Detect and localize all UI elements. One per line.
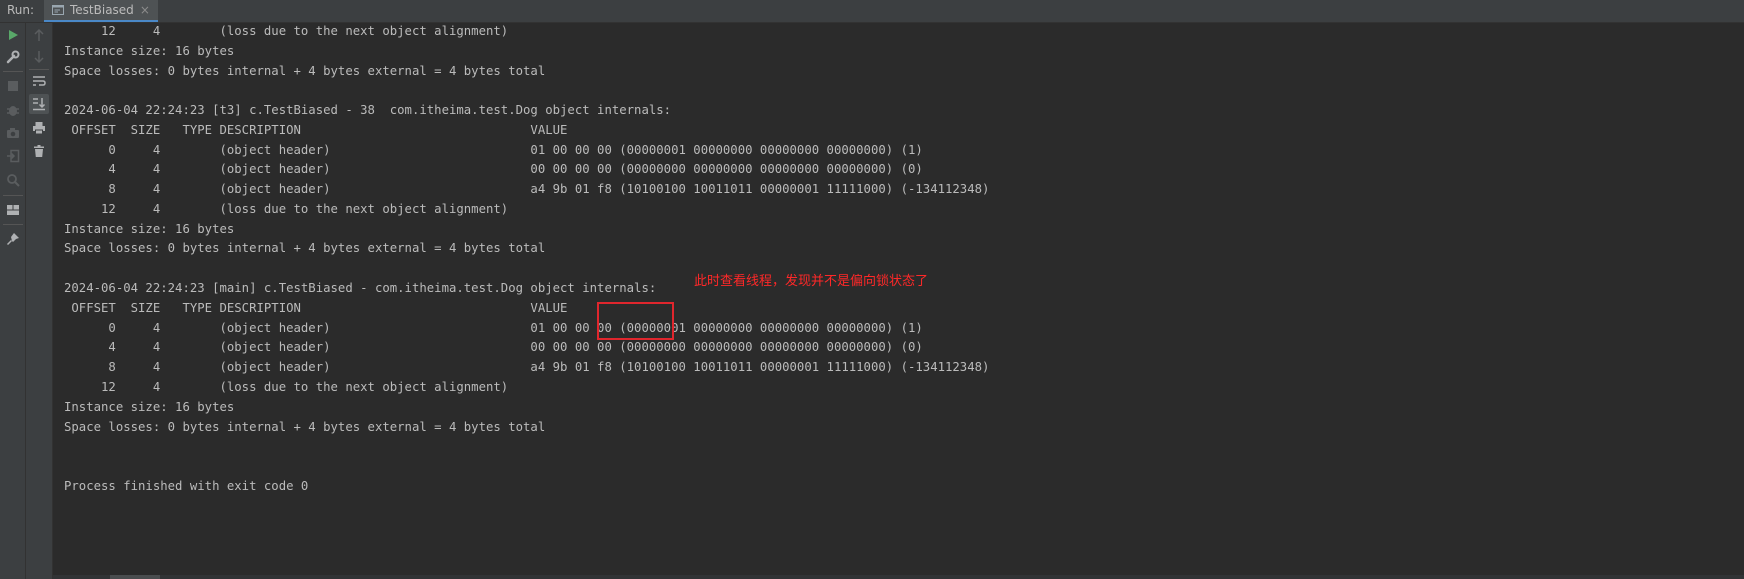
console-line: Instance size: 16 bytes <box>64 400 235 414</box>
console-icon <box>52 5 64 15</box>
console-line: Space losses: 0 bytes internal + 4 bytes… <box>64 64 546 78</box>
console-line: Instance size: 16 bytes <box>64 44 235 58</box>
scrollbar-thumb[interactable] <box>110 575 160 579</box>
console-line: Process finished with exit code 0 <box>64 479 309 493</box>
search-icon[interactable] <box>3 170 23 190</box>
console-line: OFFSET SIZE TYPE DESCRIPTION VALUE <box>64 123 568 137</box>
wrench-icon[interactable] <box>3 47 23 67</box>
camera-icon[interactable] <box>3 123 23 143</box>
console-line: 4 4 (object header) 00 00 00 00 (0000000… <box>64 162 923 176</box>
run-toolbar: Run: TestBiased × <box>0 0 1744 23</box>
console-line: 8 4 (object header) a4 9b 01 f8 (1010010… <box>64 360 990 374</box>
console-line: OFFSET SIZE TYPE DESCRIPTION VALUE <box>64 301 568 315</box>
highlight-box <box>597 302 674 340</box>
tab-label: TestBiased <box>70 3 134 17</box>
console-line: 12 4 (loss due to the next object alignm… <box>64 380 509 394</box>
up-arrow-icon[interactable] <box>29 25 49 45</box>
console-line: 2024-06-04 22:24:23 [t3] c.TestBiased - … <box>64 103 672 117</box>
debug-icon[interactable] <box>3 100 23 120</box>
print-icon[interactable] <box>29 118 49 138</box>
stop-icon[interactable] <box>3 76 23 96</box>
horizontal-scrollbar[interactable] <box>53 575 1744 579</box>
console-line: Space losses: 0 bytes internal + 4 bytes… <box>64 420 546 434</box>
run-label: Run: <box>7 3 35 17</box>
console-output[interactable]: 12 4 (loss due to the next object alignm… <box>53 23 1744 575</box>
soft-wrap-icon[interactable] <box>29 71 49 91</box>
console-line: Instance size: 16 bytes <box>64 222 235 236</box>
console-line: 0 4 (object header) 01 00 00 00 (0000000… <box>64 321 923 335</box>
close-icon[interactable]: × <box>140 3 150 17</box>
console-line: 2024-06-04 22:24:23 [main] c.TestBiased … <box>64 281 657 295</box>
scroll-to-end-icon[interactable] <box>29 94 49 114</box>
console-line: 4 4 (object header) 00 00 00 00 (0000000… <box>64 340 923 354</box>
console-line: 12 4 (loss due to the next object alignm… <box>64 24 509 38</box>
down-arrow-icon[interactable] <box>29 47 49 67</box>
pin-icon[interactable] <box>3 229 23 249</box>
console-line: Space losses: 0 bytes internal + 4 bytes… <box>64 241 546 255</box>
rerun-icon[interactable] <box>3 25 23 45</box>
console-line: 0 4 (object header) 01 00 00 00 (0000000… <box>64 143 923 157</box>
console-line: 12 4 (loss due to the next object alignm… <box>64 202 509 216</box>
run-actions-toolbar <box>0 23 26 579</box>
console-actions-toolbar <box>26 23 53 579</box>
trash-icon[interactable] <box>29 141 49 161</box>
login-icon[interactable] <box>3 146 23 166</box>
annotation-note: 此时查看线程，发现并不是偏向锁状态了 <box>694 274 929 289</box>
console-line: 8 4 (object header) a4 9b 01 f8 (1010010… <box>64 182 990 196</box>
layout-icon[interactable] <box>3 200 23 220</box>
tab-testbiased[interactable]: TestBiased × <box>44 0 158 22</box>
